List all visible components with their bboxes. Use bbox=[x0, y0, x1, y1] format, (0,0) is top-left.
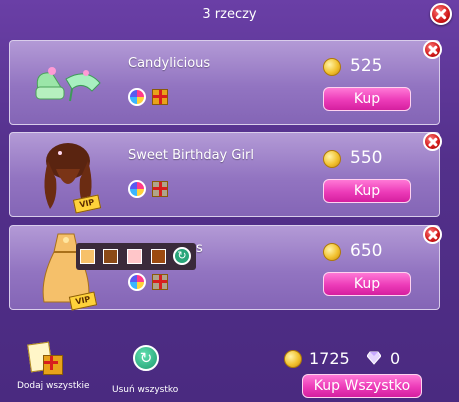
cart-item-row: VIP Sweet Birthday Girl 550 Kup bbox=[9, 132, 442, 217]
diamond-balance: 0 bbox=[390, 349, 401, 368]
buy-button[interactable]: Kup bbox=[323, 272, 411, 296]
coin-icon bbox=[323, 58, 341, 76]
add-all-label[interactable]: Dodaj wszystkie bbox=[17, 381, 90, 391]
item-price: 550 bbox=[350, 148, 383, 168]
add-all-button[interactable] bbox=[27, 341, 65, 375]
diamond-icon bbox=[367, 351, 381, 365]
remove-item-button[interactable] bbox=[423, 40, 442, 59]
close-icon bbox=[436, 9, 447, 20]
shoes-image bbox=[35, 67, 101, 102]
cart-item-row: Candylicious 525 Kup bbox=[9, 40, 442, 125]
gift-icon[interactable] bbox=[152, 181, 168, 197]
shopping-cart-panel: 3 rzeczy Candylicious 525 Kup VIP Sweet … bbox=[0, 0, 459, 402]
cart-title: 3 rzeczy bbox=[202, 7, 257, 22]
color-swatch[interactable] bbox=[103, 249, 118, 264]
coin-icon bbox=[323, 243, 341, 261]
color-wheel-icon[interactable] bbox=[128, 88, 146, 106]
refresh-icon[interactable]: ↻ bbox=[173, 247, 191, 265]
item-price: 650 bbox=[350, 241, 383, 261]
color-swatch[interactable] bbox=[80, 249, 95, 264]
item-name: Sweet Birthday Girl bbox=[128, 148, 255, 163]
remove-item-button[interactable] bbox=[423, 225, 442, 244]
close-icon bbox=[428, 230, 437, 239]
buy-button[interactable]: Kup bbox=[323, 87, 411, 111]
gift-icon[interactable] bbox=[152, 274, 168, 290]
item-name: s bbox=[196, 241, 203, 256]
coin-balance: 1725 bbox=[309, 349, 350, 368]
close-cart-button[interactable] bbox=[430, 3, 452, 25]
buy-all-button[interactable]: Kup Wszystko bbox=[302, 374, 422, 398]
coin-icon bbox=[323, 150, 341, 168]
remove-item-button[interactable] bbox=[423, 132, 442, 151]
color-swatch[interactable] bbox=[151, 249, 166, 264]
color-swatch-popup: ↻ bbox=[76, 243, 196, 270]
remove-all-button[interactable]: ↻ bbox=[133, 345, 159, 371]
item-price: 525 bbox=[350, 56, 383, 76]
color-wheel-icon[interactable] bbox=[128, 273, 146, 291]
color-wheel-icon[interactable] bbox=[128, 180, 146, 198]
coin-icon bbox=[284, 350, 302, 368]
close-icon bbox=[428, 45, 437, 54]
cart-item-row: VIP ↻ s 650 Kup bbox=[9, 225, 442, 311]
refresh-icon: ↻ bbox=[139, 349, 153, 367]
color-swatch[interactable] bbox=[127, 249, 142, 264]
gift-icon[interactable] bbox=[152, 89, 168, 105]
item-name: Candylicious bbox=[128, 56, 211, 71]
remove-all-label[interactable]: Usuń wszystko bbox=[112, 385, 178, 395]
cart-footer: Dodaj wszystkie ↻ Usuń wszystko 1725 0 K… bbox=[0, 335, 459, 402]
gift-icon bbox=[43, 355, 63, 375]
close-icon bbox=[428, 137, 437, 146]
buy-button[interactable]: Kup bbox=[323, 179, 411, 203]
